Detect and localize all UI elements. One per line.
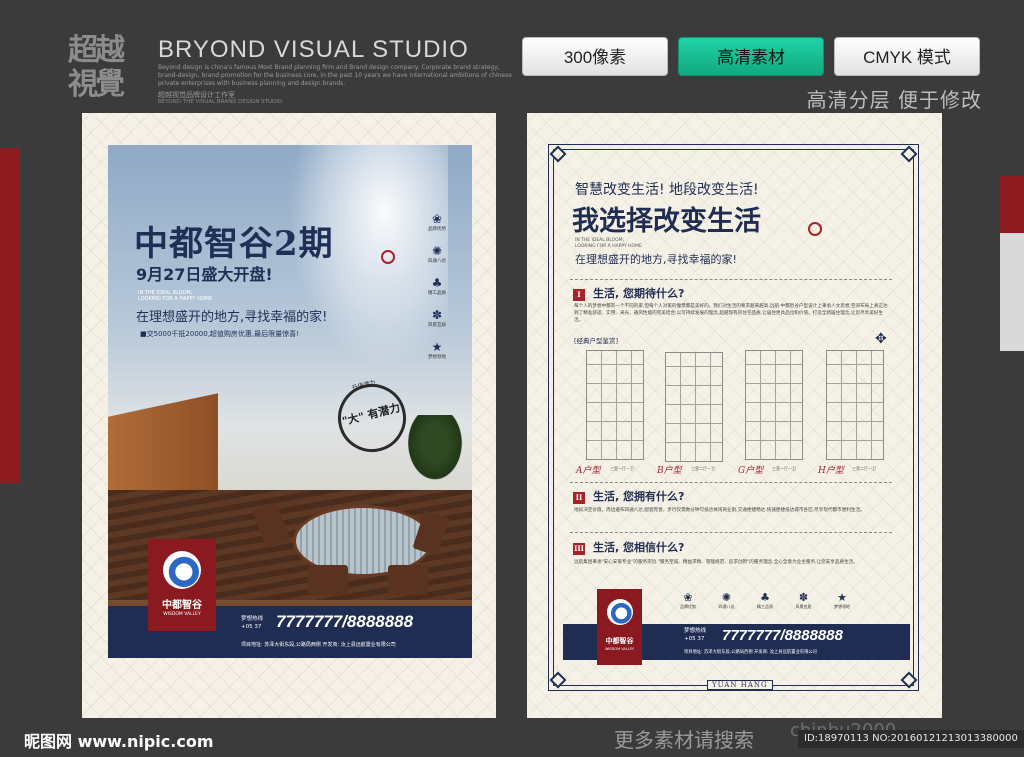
section-number: II (573, 492, 585, 504)
right-slogan: 在理想盛开的地方,寻找幸福的家! (575, 253, 737, 266)
tree-icon: ♣ (431, 276, 443, 290)
icon-caption: 四通八达 (428, 259, 446, 264)
divider (570, 279, 892, 280)
resolution-button[interactable]: 300像素 (522, 37, 668, 76)
hd-material-button[interactable]: 高清素材 (678, 37, 824, 76)
patio-chair (308, 565, 348, 595)
left-address: 项目地址: 苏泽大街东段,公路局西侧 开发商: 汝上县远航置业有限公司 (241, 642, 396, 648)
tree-icon: ♣ (760, 591, 770, 604)
divider (570, 532, 892, 533)
left-phone: 7777777/8888888 (276, 612, 414, 631)
floorplan-spec: 三室二厅一卫 (691, 466, 715, 471)
studio-logo: 超越視覺 (68, 33, 125, 102)
section-title: 生活, 您相信什么? (593, 541, 685, 554)
icon-caption: 风景宜居 (428, 323, 446, 328)
floorplan-spec: 三室一厅一卫 (610, 466, 634, 471)
red-circle-mark (381, 250, 395, 264)
lotus-icon: ❀ (431, 212, 443, 226)
cmyk-mode-button[interactable]: CMYK 模式 (834, 37, 980, 76)
section-heading-1: I 生活, 您期待什么? (573, 285, 684, 301)
patio-chair (388, 565, 428, 595)
lotus-icon: ❀ (683, 591, 693, 604)
icon-caption: 梦想领地 (428, 355, 446, 360)
brand-name: 中都智谷 (162, 600, 202, 611)
right-feature-icons: ❀ 品牌优势 ✺ 四通八达 ♣ 精工品质 ✽ 风景宜居 ★ 梦想领地 (680, 591, 850, 610)
icon-caption: 品牌优势 (428, 227, 446, 232)
left-title: 中都智谷2期 (134, 224, 334, 264)
icon-caption: 精工品质 (428, 291, 446, 296)
icon-caption: 四通八达 (718, 604, 735, 609)
section-title: 生活, 您期待什么? (593, 287, 685, 300)
divider (570, 482, 892, 483)
floorplan-h (826, 350, 884, 460)
brand-name: 中都智谷 (605, 637, 634, 645)
studio-description: Beyond design is china's famous Most Bra… (158, 64, 512, 87)
left-feature-icons: ❀ 品牌优势 ✺ 四通八达 ♣ 精工品质 ✽ 风景宜居 ★ 梦想领地 (420, 212, 454, 372)
right-en-text: IN THE IDEAL BLOOM, LOOKING FOR A HAPPY … (575, 238, 642, 249)
right-title: 我选择改变生活 (572, 206, 761, 237)
left-en-text: IN THE IDEAL BLOOM, LOOKING FOR A HAPPY … (138, 290, 213, 302)
section-text-3: 远航集团秉承"安心安家专业"的服务宗旨,"服务至诚、精益求精、管理规范、追求创新… (574, 560, 858, 565)
brand-swirl-icon (163, 551, 201, 589)
section-heading-3: III 生活, 您相信什么? (573, 539, 684, 555)
yuan-hang-mark: YUAN HANG (707, 680, 773, 690)
brand-name-en: WISDOM VALLEY (604, 647, 635, 651)
red-circle-mark (808, 222, 822, 236)
star-icon: ★ (431, 340, 443, 354)
section-heading-2: II 生活, 您拥有什么? (573, 488, 684, 504)
icon-caption: 风景宜居 (795, 604, 812, 609)
brand-name-en: WISDOM VALLEY (163, 612, 201, 617)
floorplan-label: H户型 (818, 466, 844, 476)
right-top-line: 智慧改变生活! 地段改变生活! (575, 182, 759, 198)
compass-icon: ✥ (875, 331, 887, 347)
right-address: 项目地址: 苏泽大街东段,公路局西侧 开发商: 汝上县远航置业有限公司 (684, 650, 817, 655)
section-number: III (573, 543, 585, 555)
hotline-label: 梦想热线 (241, 616, 264, 622)
floorplan-heading: [经典户型鉴赏] (574, 337, 619, 345)
area-code: +05 37 (684, 636, 705, 642)
section-number: I (573, 289, 585, 301)
floorplan-label: A户型 (576, 466, 601, 476)
floorplan-b (665, 352, 723, 462)
studio-name-en: BEYOND THE VISUAL BRAND DESIGN STUDIO (158, 99, 283, 105)
canvas: 超越視覺 BRYOND VISUAL STUDIO Beyond design … (0, 0, 1024, 757)
site-watermark: 昵图网 www.nipic.com (24, 732, 214, 751)
left-red-bar (0, 148, 20, 483)
bonsai-tree (404, 415, 466, 485)
search-prompt: 更多素材请搜索 (614, 728, 754, 752)
studio-name: BRYOND VISUAL STUDIO (158, 36, 469, 63)
star-icon: ★ (837, 591, 847, 604)
left-brand-logo: 中都智谷 WISDOM VALLEY (148, 539, 216, 631)
floorplan-g (745, 350, 803, 460)
left-slogan: 在理想盛开的地方,寻找幸福的家! (136, 310, 328, 325)
floorplan-spec: 三室一厅一卫 (772, 466, 796, 471)
floorplan-a (586, 350, 644, 460)
right-brand-logo: 中都智谷 WISDOM VALLEY (597, 589, 642, 665)
icon-caption: 梦想领地 (834, 604, 850, 609)
floorplan-spec: 三室二厅一卫 (852, 466, 876, 471)
icon-caption: 精工品质 (757, 604, 773, 609)
tagline: 高清分层 便于修改 (806, 88, 982, 112)
stamp-main-text: "大" 有潜力 (340, 401, 402, 429)
icon-caption: 品牌优势 (680, 604, 696, 609)
section-text-2: 地段决定价值。周边遍布四通八达,配套完善。步行仅需数分钟可抵达休闲商业街,交通便… (574, 508, 865, 513)
section-text-1: 每个人的梦想中都有一个不同的家,但每个人对家的憧憬都是美好的。我们对生活的要求越… (574, 304, 888, 323)
section-title: 生活, 您拥有什么? (593, 490, 685, 503)
flower-icon: ✽ (431, 308, 443, 322)
left-subtitle: 9月27日盛大开盘! (136, 265, 273, 284)
right-grey-bar (1000, 233, 1024, 351)
right-phone: 7777777/8888888 (722, 627, 843, 644)
floorplan-label: B户型 (657, 466, 682, 476)
left-offer-text: ■交5000千抵20000,超值购房优惠,最后限量惊喜! (140, 330, 299, 338)
hotline-label: 梦想热线 (684, 628, 707, 634)
compass-icon: ✺ (721, 591, 732, 604)
floorplan-label: G户型 (738, 466, 764, 476)
flower-icon: ✽ (798, 591, 809, 604)
brand-swirl-icon (606, 599, 633, 625)
area-code: +05 37 (241, 624, 262, 630)
compass-icon: ✺ (431, 244, 443, 258)
image-id: ID:18970113 NO:20160121213013380000 (798, 730, 1024, 748)
